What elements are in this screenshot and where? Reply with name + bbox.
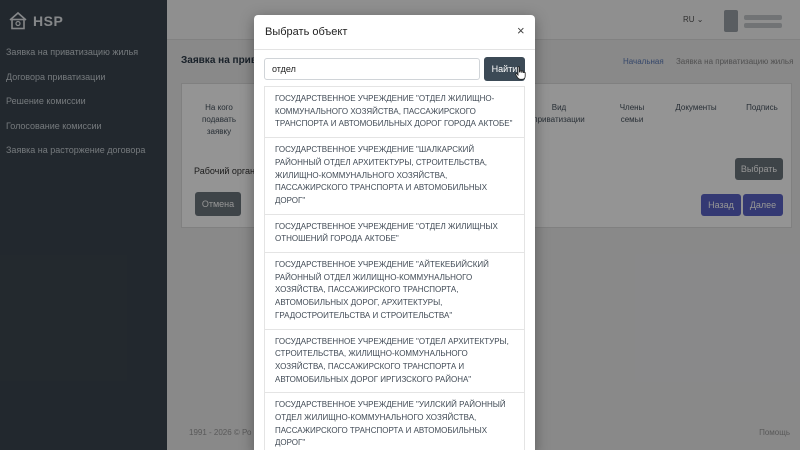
list-item[interactable]: ГОСУДАРСТВЕННОЕ УЧРЕЖДЕНИЕ "УИЛСКИЙ РАЙО…: [264, 393, 525, 450]
list-item[interactable]: ГОСУДАРСТВЕННОЕ УЧРЕЖДЕНИЕ "ШАЛКАРСКИЙ Р…: [264, 138, 525, 215]
list-item[interactable]: ГОСУДАРСТВЕННОЕ УЧРЕЖДЕНИЕ "ОТДЕЛ ЖИЛИЩН…: [264, 86, 525, 139]
search-results-list: ГОСУДАРСТВЕННОЕ УЧРЕЖДЕНИЕ "ОТДЕЛ ЖИЛИЩН…: [264, 86, 525, 450]
select-object-modal: Выбрать объект × Найти ГОСУДАРСТВЕННОЕ У…: [254, 15, 535, 450]
list-item[interactable]: ГОСУДАРСТВЕННОЕ УЧРЕЖДЕНИЕ "АЙТЕКЕБИЙСКИ…: [264, 253, 525, 330]
close-icon[interactable]: ×: [517, 24, 525, 38]
list-item[interactable]: ГОСУДАРСТВЕННОЕ УЧРЕЖДЕНИЕ "ОТДЕЛ ЖИЛИЩН…: [264, 214, 525, 254]
list-item[interactable]: ГОСУДАРСТВЕННОЕ УЧРЕЖДЕНИЕ "ОТДЕЛ АРХИТЕ…: [264, 329, 525, 394]
modal-title: Выбрать объект: [265, 26, 348, 38]
search-input[interactable]: [264, 58, 480, 80]
hand-pointer-icon: [515, 66, 526, 80]
modal-divider: [254, 49, 535, 50]
